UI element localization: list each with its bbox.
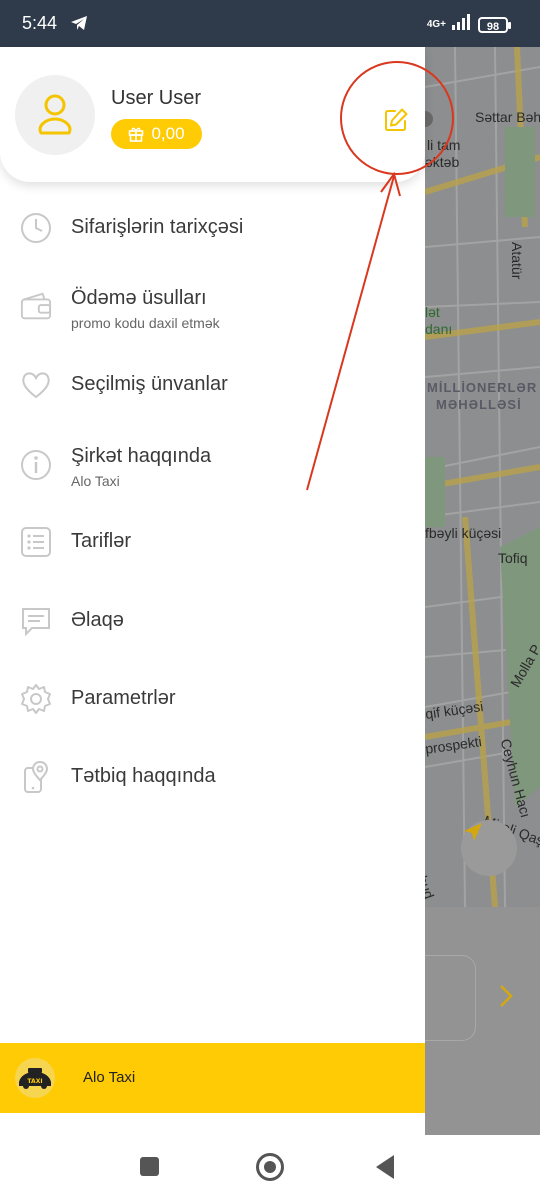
menu-item-label: Tətbiq haqqında [71, 765, 216, 787]
battery-icon: 98 [478, 16, 511, 33]
map-label: əktəb [425, 154, 460, 170]
menu-item-label: Parametrlər [71, 687, 176, 709]
profile-card: User User 0,00 [0, 47, 425, 182]
map-label: lət [425, 304, 440, 320]
phone-location-icon [20, 760, 52, 793]
avatar[interactable] [15, 75, 95, 155]
network-indicator: 4G+ [426, 18, 446, 30]
home-button[interactable] [256, 1153, 284, 1181]
gift-icon [129, 127, 144, 142]
back-button[interactable] [376, 1155, 394, 1179]
menu-item-sublabel: promo kodu daxil etmək [71, 315, 220, 331]
user-name: User User [111, 87, 202, 109]
menu-item-label: Ödəmə üsulları [71, 287, 207, 309]
list-icon [20, 526, 52, 558]
info-icon [20, 449, 52, 481]
status-bar: 5:44 4G+ 98 [0, 0, 540, 47]
my-location-button[interactable] [461, 820, 517, 876]
telegram-icon [70, 15, 88, 35]
wallet-icon [20, 291, 52, 323]
menu-item-label: Sifarişlərin tarixçəsi [71, 216, 244, 238]
menu-item-label: Tariflər [71, 530, 132, 552]
map-view[interactable]: Səttar Bəhl li tam əktəb Atatür lət danı… [425, 47, 540, 1135]
navigation-drawer: Sifarişlərin tarixçəsi Ödəmə üsulları pr… [0, 47, 425, 1113]
map-label: danı [425, 321, 453, 337]
status-time: 5:44 [22, 13, 58, 33]
menu-item-payment-methods[interactable]: Ödəmə üsulları promo kodu daxil etmək [0, 272, 425, 342]
clock-icon [20, 212, 52, 244]
map-label: li tam [427, 137, 461, 153]
logo-text: TAXI [27, 1078, 42, 1085]
gear-icon [20, 683, 52, 715]
user-icon [38, 94, 72, 135]
drawer-footer: TAXI Alo Taxi [0, 1043, 425, 1113]
navigation-arrow-icon [464, 823, 482, 841]
destination-field[interactable] [425, 955, 476, 1041]
edit-icon [385, 108, 408, 131]
chat-icon [20, 605, 52, 637]
map-label: fbəyli küçəsi [425, 525, 502, 541]
balance-badge[interactable]: 0,00 [111, 119, 202, 149]
menu-item-sublabel: Alo Taxi [71, 473, 120, 489]
map-label: Səttar Bəhl [475, 109, 540, 125]
edit-profile-button[interactable] [382, 106, 410, 134]
heart-icon [20, 369, 52, 401]
menu-item-label: Şirkət haqqında [71, 445, 212, 467]
signal-icon [452, 14, 472, 35]
map-label: MƏHƏLLƏSİ [436, 397, 522, 412]
menu-item-contact[interactable]: Əlaqə [0, 586, 425, 656]
map-label: Atatür [509, 242, 525, 280]
alo-taxi-logo: TAXI [15, 1058, 55, 1098]
footer-brand: Alo Taxi [83, 1069, 136, 1086]
menu-item-label: Əlaqə [71, 609, 124, 631]
menu-item-saved-addresses[interactable]: Seçilmiş ünvanlar [0, 350, 425, 420]
menu-item-order-history[interactable]: Sifarişlərin tarixçəsi [0, 193, 425, 263]
battery-level: 98 [486, 20, 500, 33]
map-label: MİLLİONERLƏR [427, 380, 538, 395]
menu-item-about-company[interactable]: Şirkət haqqında Alo Taxi [0, 430, 425, 500]
menu-item-about-app[interactable]: Tətbiq haqqında [0, 742, 425, 812]
menu-item-tariffs[interactable]: Tariflər [0, 507, 425, 577]
balance-amount: 0,00 [151, 124, 185, 143]
menu-item-label: Seçilmiş ünvanlar [71, 373, 228, 395]
system-navigation-bar [0, 1135, 540, 1200]
recent-apps-button[interactable] [140, 1157, 159, 1176]
map-label: Tofiq [498, 550, 528, 566]
menu-item-settings[interactable]: Parametrlər [0, 664, 425, 734]
